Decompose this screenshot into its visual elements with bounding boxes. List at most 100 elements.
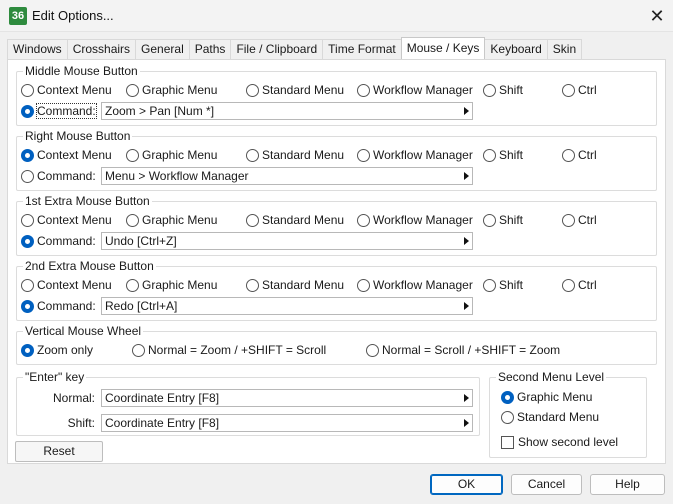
radio-right-standard[interactable]: Standard Menu (246, 147, 344, 163)
radio-extra2-graphic[interactable]: Graphic Menu (126, 277, 217, 293)
radio-middle-shift[interactable]: Shift (483, 82, 523, 98)
radio-dot (562, 83, 575, 97)
tab-panel-mouse-keys: Middle Mouse Button Context Menu Graphic… (7, 59, 666, 464)
radio-dot (562, 278, 575, 292)
group-title: Second Menu Level (496, 370, 607, 384)
radio-right-shift[interactable]: Shift (483, 147, 523, 163)
show-second-level-checkbox[interactable]: Show second level (501, 435, 618, 449)
group-right-mouse-button: Right Mouse Button Context Menu Graphic … (16, 129, 657, 191)
radio-wheel-scroll-shift-zoom[interactable]: Normal = Scroll / +SHIFT = Zoom (366, 342, 560, 358)
group-title: "Enter" key (23, 370, 87, 384)
tab-general[interactable]: General (135, 39, 190, 59)
radio-label: Command: (37, 169, 96, 183)
radio-dot (562, 148, 575, 162)
arrow-right-icon (464, 419, 469, 427)
radio-extra2-shift[interactable]: Shift (483, 277, 523, 293)
reset-button[interactable]: Reset (15, 441, 103, 462)
radio-label: Ctrl (578, 148, 597, 162)
radio-label: Standard Menu (262, 278, 345, 292)
radio-extra1-graphic[interactable]: Graphic Menu (126, 212, 217, 228)
arrow-right-icon (464, 394, 469, 402)
radio-extra2-context[interactable]: Context Menu (21, 277, 112, 293)
close-icon[interactable]: ✕ (641, 0, 673, 32)
radio-dot (21, 83, 34, 97)
tab-time-format[interactable]: Time Format (322, 39, 402, 59)
radio-dot (501, 390, 514, 404)
cancel-button[interactable]: Cancel (511, 474, 582, 495)
radio-extra2-workflow[interactable]: Workflow Manager (357, 277, 473, 293)
enter-normal-select[interactable]: Coordinate Entry [F8] (101, 389, 473, 407)
radio-middle-graphic[interactable]: Graphic Menu (126, 82, 217, 98)
tab-strip: Windows Crosshairs General Paths File / … (7, 37, 583, 59)
radio-dot (21, 169, 34, 183)
group-second-menu-level: Second Menu Level Graphic Menu Standard … (489, 370, 647, 458)
radio-right-context[interactable]: Context Menu (21, 147, 112, 163)
radio-dot (21, 234, 34, 248)
enter-shift-select[interactable]: Coordinate Entry [F8] (101, 414, 473, 432)
radio-dot (21, 299, 34, 313)
radio-label: Graphic Menu (142, 83, 218, 97)
radio-dot (357, 213, 370, 227)
radio-label: Ctrl (578, 83, 597, 97)
combo-value: Zoom > Pan [Num *] (105, 104, 215, 118)
radio-extra2-ctrl[interactable]: Ctrl (562, 277, 597, 293)
radio-middle-standard[interactable]: Standard Menu (246, 82, 344, 98)
radio-middle-command[interactable]: Command: (21, 103, 97, 119)
radio-extra1-ctrl[interactable]: Ctrl (562, 212, 597, 228)
tab-mouse-keys[interactable]: Mouse / Keys (400, 37, 486, 59)
enter-shift-label: Shift: (67, 416, 95, 430)
radio-label: Standard Menu (262, 148, 345, 162)
radio-label: Normal = Scroll / +SHIFT = Zoom (382, 343, 561, 357)
radio-extra1-standard[interactable]: Standard Menu (246, 212, 344, 228)
radio-extra1-command[interactable]: Command: (21, 233, 96, 249)
radio-dot (483, 148, 496, 162)
radio-middle-ctrl[interactable]: Ctrl (562, 82, 597, 98)
radio-label: Shift (499, 213, 524, 227)
radio-label: Shift (499, 148, 524, 162)
tab-windows[interactable]: Windows (7, 39, 68, 59)
tab-crosshairs[interactable]: Crosshairs (66, 39, 137, 59)
extra1-command-select[interactable]: Undo [Ctrl+Z] (101, 232, 473, 250)
radio-dot (21, 278, 34, 292)
radio-right-workflow[interactable]: Workflow Manager (357, 147, 473, 163)
middle-command-select[interactable]: Zoom > Pan [Num *] (101, 102, 473, 120)
radio-dot (246, 148, 259, 162)
radio-right-ctrl[interactable]: Ctrl (562, 147, 597, 163)
radio-dot (126, 83, 139, 97)
tab-keyboard[interactable]: Keyboard (484, 39, 548, 59)
tab-file-clipboard[interactable]: File / Clipboard (230, 39, 324, 59)
radio-right-graphic[interactable]: Graphic Menu (126, 147, 217, 163)
tab-skin[interactable]: Skin (546, 39, 583, 59)
radio-wheel-zoom-shift-scroll[interactable]: Normal = Zoom / +SHIFT = Scroll (132, 342, 326, 358)
radio-label: Workflow Manager (373, 278, 473, 292)
radio-label: Ctrl (578, 213, 597, 227)
radio-dot (483, 213, 496, 227)
radio-label: Graphic Menu (142, 213, 218, 227)
tab-paths[interactable]: Paths (188, 39, 232, 59)
radio-wheel-zoom-only[interactable]: Zoom only (21, 342, 93, 358)
ok-button[interactable]: OK (430, 474, 503, 495)
radio-extra2-standard[interactable]: Standard Menu (246, 277, 344, 293)
radio-second-graphic-menu[interactable]: Graphic Menu (501, 389, 592, 405)
radio-extra2-command[interactable]: Command: (21, 298, 96, 314)
radio-middle-context[interactable]: Context Menu (21, 82, 112, 98)
radio-extra1-context[interactable]: Context Menu (21, 212, 112, 228)
radio-label: Workflow Manager (373, 213, 473, 227)
radio-right-command[interactable]: Command: (21, 168, 96, 184)
extra2-command-select[interactable]: Redo [Ctrl+A] (101, 297, 473, 315)
radio-dot (357, 148, 370, 162)
radio-dot (21, 104, 34, 118)
help-button[interactable]: Help (590, 474, 665, 495)
group-vertical-mouse-wheel: Vertical Mouse Wheel Zoom only Normal = … (16, 324, 657, 365)
radio-extra1-shift[interactable]: Shift (483, 212, 523, 228)
radio-label: Shift (499, 278, 524, 292)
radio-dot (357, 278, 370, 292)
enter-normal-label: Normal: (52, 391, 95, 405)
group-title: 1st Extra Mouse Button (23, 194, 152, 208)
radio-dot (366, 343, 379, 357)
right-command-select[interactable]: Menu > Workflow Manager (101, 167, 473, 185)
radio-middle-workflow[interactable]: Workflow Manager (357, 82, 473, 98)
radio-extra1-workflow[interactable]: Workflow Manager (357, 212, 473, 228)
app-logo-icon: 36 (9, 7, 27, 25)
radio-second-standard-menu[interactable]: Standard Menu (501, 409, 599, 425)
